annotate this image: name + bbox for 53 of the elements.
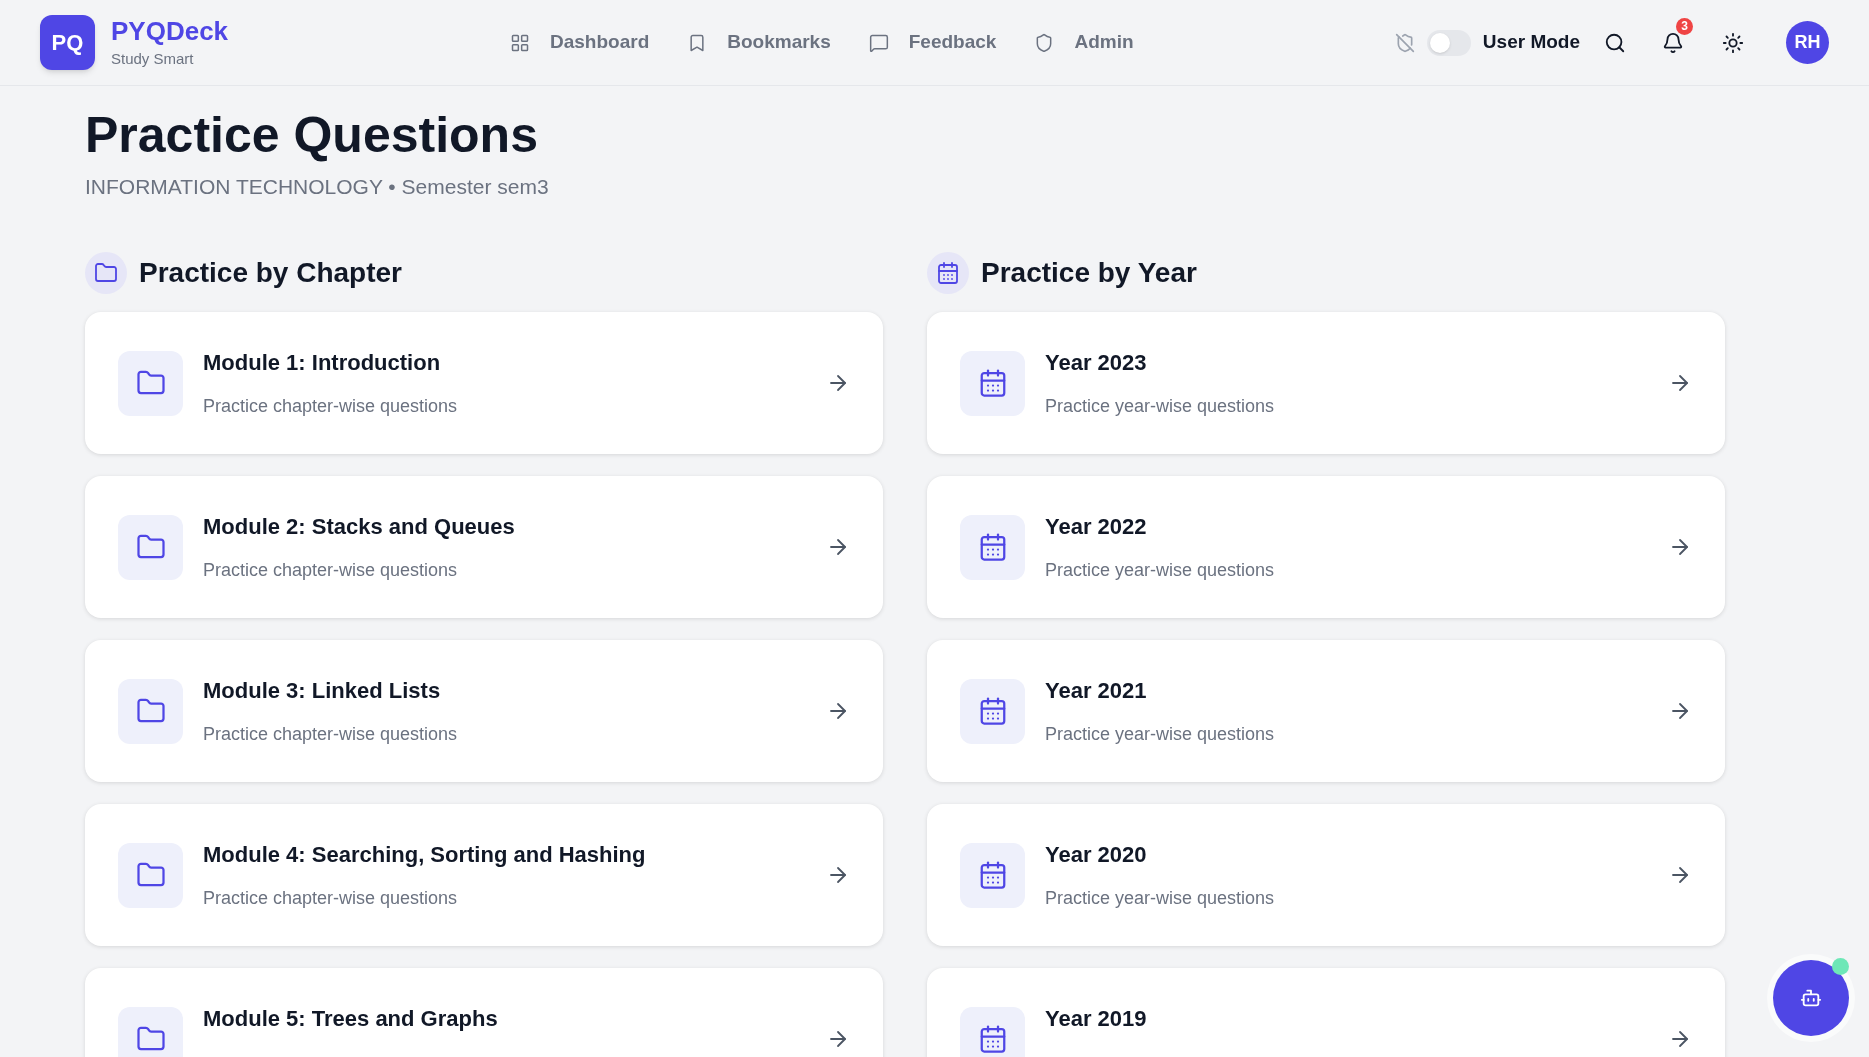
card-title: Year 2019 <box>1045 1005 1147 1033</box>
notification-count: 3 <box>1676 17 1693 35</box>
year-card[interactable]: Year 2020 Practice year-wise questions <box>927 804 1725 946</box>
page-title: Practice Questions <box>85 106 539 165</box>
nav-link[interactable]: Feedback <box>868 28 997 57</box>
chapter-card[interactable]: Module 3: Linked Lists Practice chapter-wise questions <box>85 640 883 782</box>
card-subtitle: Practice year-wise questions <box>1045 887 1275 910</box>
section-title: Practice by Chapter <box>139 256 402 290</box>
card-title: Module 2: Stacks and Queues <box>203 513 515 541</box>
logo[interactable]: PQ <box>40 15 95 70</box>
chapter-card[interactable]: Module 4: Searching, Sorting and Hashing Practice chapter-wise questions <box>85 804 883 946</box>
calendar-icon <box>936 261 960 285</box>
card-title: Year 2023 <box>1045 349 1148 377</box>
nav-link[interactable]: Bookmarks <box>687 28 831 57</box>
card-title: Year 2020 <box>1045 841 1148 869</box>
card-title: Module 5: Trees and Graphs <box>203 1005 498 1033</box>
card-subtitle: Practice chapter-wise questions <box>203 559 459 582</box>
year-card[interactable]: Year 2021 Practice year-wise questions <box>927 640 1725 782</box>
card-title: Module 4: Searching, Sorting and Hashing <box>203 841 646 869</box>
card-title: Module 3: Linked Lists <box>203 677 442 705</box>
brand-tagline: Study Smart <box>111 48 195 69</box>
card-subtitle: Practice chapter-wise questions <box>203 887 459 910</box>
speech-bubble-icon <box>868 32 889 53</box>
search-icon[interactable] <box>1604 31 1626 54</box>
chapter-card[interactable]: Module 2: Stacks and Queues Practice chapter-wise questions <box>85 476 883 618</box>
card-title: Year 2022 <box>1045 513 1148 541</box>
grid-icon <box>510 32 530 53</box>
folder-icon <box>94 261 118 285</box>
chapter-card[interactable]: Module 5: Trees and Graphs <box>85 968 883 1057</box>
card-subtitle: Practice chapter-wise questions <box>203 395 458 418</box>
card-title: Year 2021 <box>1045 677 1148 705</box>
theme-icon[interactable] <box>1722 31 1744 54</box>
nav-link[interactable]: Dashboard <box>510 28 650 57</box>
year-card[interactable]: Year 2019 <box>927 968 1725 1057</box>
card-subtitle: Practice chapter-wise questions <box>203 723 458 746</box>
year-card[interactable]: Year 2023 Practice year-wise questions <box>927 312 1725 454</box>
chat-bot-button[interactable] <box>1773 960 1849 1036</box>
page-subtitle: INFORMATION TECHNOLOGY • Semester sem3 <box>85 173 550 200</box>
mode-label: User Mode <box>1482 30 1580 55</box>
card-subtitle: Practice year-wise questions <box>1045 723 1275 746</box>
card-subtitle: Practice year-wise questions <box>1045 559 1275 582</box>
year-card[interactable]: Year 2022 Practice year-wise questions <box>927 476 1725 618</box>
section-title: Practice by Year <box>981 256 1197 290</box>
brand-name: PYQDeck <box>111 15 229 48</box>
card-title: Module 1: Introduction <box>203 349 442 377</box>
mode-toggle[interactable] <box>1426 29 1471 56</box>
bell-icon[interactable] <box>1662 31 1684 54</box>
robot-icon <box>1800 987 1822 1009</box>
shield-off-icon <box>1394 32 1415 53</box>
card-subtitle: Practice year-wise questions <box>1045 395 1275 418</box>
nav-link[interactable]: Admin <box>1034 28 1134 57</box>
chapter-card[interactable]: Module 1: Introduction Practice chapter-wise questions <box>85 312 883 454</box>
user-avatar[interactable]: RH <box>1786 21 1829 64</box>
